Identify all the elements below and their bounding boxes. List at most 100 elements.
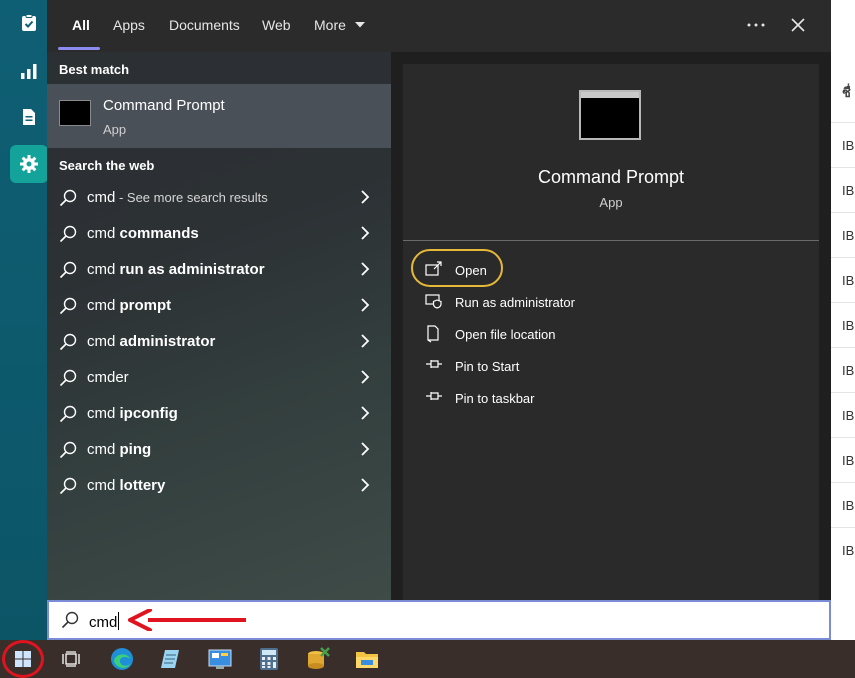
background-table-row[interactable]: IBI — [831, 392, 855, 437]
web-result-item[interactable]: cmd run as administrator — [47, 252, 391, 288]
search-input[interactable]: cmd — [89, 612, 120, 631]
text-caret — [118, 612, 120, 630]
icon-title-bar — [581, 92, 639, 98]
sidebar-item-documents[interactable] — [10, 98, 48, 136]
sidebar-item-settings[interactable] — [10, 145, 48, 183]
background-table-row[interactable]: IBI — [831, 122, 855, 167]
web-result-text: cmder — [87, 369, 129, 386]
task-view-icon — [62, 651, 80, 667]
action-pin-to-taskbar-label: Pin to taskbar — [455, 391, 535, 406]
best-match-heading: Best match — [59, 62, 130, 77]
web-result-text: cmd ipconfig — [87, 405, 178, 422]
red-circle-annotation — [2, 640, 44, 678]
action-run-as-administrator[interactable]: Run as administrator — [425, 291, 685, 315]
search-icon — [59, 369, 77, 387]
chevron-right-icon — [361, 298, 370, 312]
background-table-row[interactable]: IBI — [831, 167, 855, 212]
background-table-row[interactable]: IBI — [831, 212, 855, 257]
web-result-prefix: cmd — [87, 189, 116, 206]
task-view-button[interactable] — [57, 645, 85, 673]
background-table-row[interactable]: IBI — [831, 437, 855, 482]
search-icon — [59, 225, 77, 243]
ellipsis-icon — [747, 23, 765, 27]
action-pin-to-start-label: Pin to Start — [455, 359, 520, 374]
taskbar-database-tool[interactable] — [304, 645, 332, 673]
close-button[interactable] — [791, 0, 805, 52]
web-result-prefix: cmd — [87, 477, 120, 494]
web-result-text: cmd prompt — [87, 297, 171, 314]
search-icon — [59, 297, 77, 315]
taskbar — [0, 640, 855, 678]
action-pin-to-taskbar[interactable]: Pin to taskbar — [425, 387, 685, 411]
background-table-row[interactable]: IBI — [831, 482, 855, 527]
web-result-item[interactable]: cmd administrator — [47, 324, 391, 360]
background-table-row[interactable]: IBI — [831, 347, 855, 392]
taskbar-notepad[interactable] — [157, 645, 185, 673]
chevron-right-icon — [361, 334, 370, 348]
sidebar-item-tasks[interactable] — [10, 4, 48, 42]
action-open-file-location[interactable]: Open file location — [425, 323, 685, 347]
gear-icon — [20, 155, 38, 173]
search-icon — [59, 477, 77, 495]
web-result-prefix: cmd — [87, 405, 120, 422]
web-result-text: cmd administrator — [87, 333, 215, 350]
web-result-text: cmd lottery — [87, 477, 165, 494]
command-prompt-large-icon — [579, 90, 641, 140]
active-tab-indicator — [58, 47, 100, 50]
action-pin-to-start[interactable]: Pin to Start — [425, 355, 685, 379]
taskbar-edge[interactable] — [108, 645, 136, 673]
search-icon — [59, 441, 77, 459]
pin-icon — [426, 360, 442, 368]
tab-more[interactable]: More — [314, 0, 366, 52]
sidebar-item-reports[interactable] — [10, 52, 48, 90]
bar-chart-icon — [21, 64, 37, 79]
search-icon — [59, 189, 77, 207]
tab-all[interactable]: All — [72, 0, 90, 52]
search-icon — [59, 405, 77, 423]
caret-down-icon — [354, 22, 365, 28]
web-result-item[interactable]: cmder — [47, 360, 391, 396]
taskbar-file-explorer[interactable] — [353, 645, 381, 673]
web-result-item[interactable]: cmd prompt — [47, 288, 391, 324]
background-table-row[interactable]: IBI — [831, 257, 855, 302]
more-options-button[interactable] — [747, 0, 765, 52]
best-match-type: App — [103, 122, 127, 137]
search-icon — [61, 611, 79, 629]
search-filter-tabs: All Apps Documents Web More — [47, 0, 831, 52]
web-result-bold: ipconfig — [119, 405, 178, 422]
action-open-file-location-label: Open file location — [455, 327, 556, 342]
web-result-prefix: cmder — [87, 369, 129, 386]
web-result-item[interactable]: cmd ping — [47, 432, 391, 468]
document-icon — [23, 109, 35, 125]
detail-divider — [403, 240, 819, 241]
tab-apps[interactable]: Apps — [113, 0, 145, 52]
start-search-menu: All Apps Documents Web More Best match C… — [47, 0, 831, 640]
web-result-bold: administrator — [119, 333, 216, 350]
web-result-item[interactable]: cmd lottery — [47, 468, 391, 504]
shield-admin-icon — [425, 294, 442, 309]
red-arrow-annotation — [128, 609, 246, 631]
best-match-result[interactable]: Command Prompt App — [47, 84, 391, 148]
taskbar-control-panel[interactable] — [206, 645, 234, 673]
chevron-right-icon — [361, 442, 370, 456]
web-result-item[interactable]: cmd commands — [47, 216, 391, 252]
file-location-icon — [427, 325, 439, 343]
app-detail-pane: Command Prompt App Open Run as administr… — [403, 64, 819, 600]
notepad-icon — [161, 650, 179, 668]
web-result-item[interactable]: cmd - See more search results — [47, 180, 391, 216]
web-result-text: cmd - See more search results — [87, 189, 268, 206]
tab-documents[interactable]: Documents — [169, 0, 240, 52]
tab-more-label: More — [314, 17, 346, 33]
web-result-item[interactable]: cmd ipconfig — [47, 396, 391, 432]
web-result-prefix: cmd — [87, 225, 120, 242]
web-result-bold: prompt — [119, 297, 172, 314]
background-table-row[interactable]: IBI — [831, 302, 855, 347]
action-open[interactable]: Open — [425, 259, 685, 283]
web-result-prefix: cmd — [87, 333, 120, 350]
detail-app-title: Command Prompt — [537, 167, 685, 187]
taskbar-calculator[interactable] — [255, 645, 283, 673]
background-table-row[interactable]: IBI — [831, 527, 855, 572]
chevron-right-icon — [361, 406, 370, 420]
background-table-header: ชื่ — [842, 85, 851, 100]
tab-web[interactable]: Web — [262, 0, 291, 52]
